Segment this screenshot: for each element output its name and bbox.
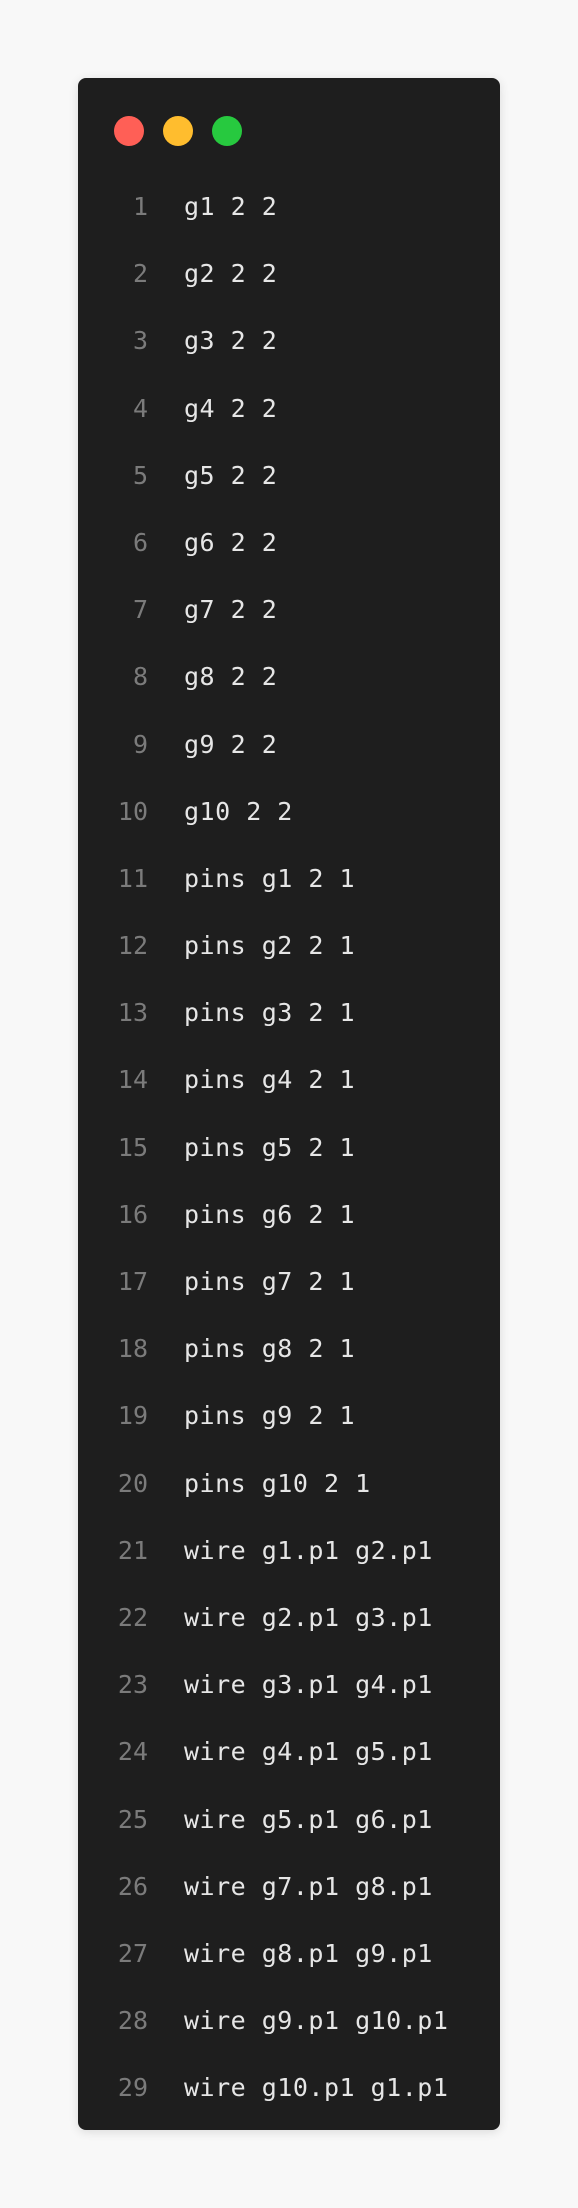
code-line: 22 wire g2.p1 g3.p1	[78, 1584, 500, 1651]
code-line: 6 g6 2 2	[78, 509, 500, 576]
line-text: pins g10 2 1	[184, 1468, 371, 1498]
line-text: g4 2 2	[184, 393, 278, 423]
line-number: 2	[132, 259, 148, 289]
line-number: 20	[117, 1468, 148, 1498]
line-text: wire g10.p1 g1.p1	[184, 2073, 449, 2103]
code-line: 14 pins g4 2 1	[78, 1046, 500, 1113]
line-number: 1	[132, 192, 148, 221]
line-number: 12	[117, 931, 148, 961]
line-number: 10	[117, 796, 148, 826]
code-line: 18 pins g8 2 1	[78, 1315, 500, 1382]
code-line: 7 g7 2 2	[78, 576, 500, 643]
line-number: 5	[132, 460, 148, 490]
line-text: pins g7 2 1	[184, 1267, 356, 1296]
code-line: 5 g5 2 2	[78, 442, 500, 509]
line-text: wire g2.p1 g3.p1	[184, 1602, 433, 1632]
line-text: g7 2 2	[184, 595, 278, 625]
minimize-dot-icon[interactable]	[163, 116, 193, 146]
line-number: 6	[132, 527, 148, 557]
code-line: 11 pins g1 2 1	[78, 845, 500, 912]
line-number: 25	[117, 1804, 148, 1834]
code-line: 20 pins g10 2 1	[78, 1450, 500, 1517]
line-text: pins g1 2 1	[184, 863, 356, 893]
code-line: 25 wire g5.p1 g6.p1	[78, 1786, 500, 1853]
line-text: pins g4 2 1	[184, 1065, 356, 1095]
line-number: 3	[132, 326, 148, 356]
line-text: wire g3.p1 g4.p1	[184, 1670, 433, 1700]
line-number: 7	[132, 595, 148, 625]
line-number: 9	[132, 729, 148, 759]
code-line: 23 wire g3.p1 g4.p1	[78, 1651, 500, 1718]
line-text: pins g6 2 1	[184, 1199, 356, 1229]
code-line: 12 pins g2 2 1	[78, 912, 500, 979]
line-text: g3 2 2	[184, 326, 278, 356]
line-number: 14	[117, 1065, 148, 1095]
line-number: 13	[117, 998, 148, 1028]
line-text: wire g9.p1 g10.p1	[184, 2006, 449, 2036]
line-text: pins g8 2 1	[184, 1334, 356, 1364]
line-text: wire g7.p1 g8.p1	[184, 1871, 433, 1901]
code-line: 26 wire g7.p1 g8.p1	[78, 1853, 500, 1920]
line-number: 23	[117, 1670, 148, 1700]
code-line: 15 pins g5 2 1	[78, 1114, 500, 1181]
code-line: 28 wire g9.p1 g10.p1	[78, 1987, 500, 2054]
code-window: 1 g1 2 2 2 g2 2 2 3 g3 2 2 4 g4 2 2 5 g5 2 2 6 g6 2…	[78, 78, 500, 2130]
line-text: wire g1.p1 g2.p1	[184, 1535, 433, 1565]
line-text: wire g4.p1 g5.p1	[184, 1737, 433, 1767]
line-text: wire g8.p1 g9.p1	[184, 1938, 433, 1968]
line-number: 26	[117, 1871, 148, 1901]
line-number: 19	[117, 1401, 148, 1431]
line-number: 27	[117, 1938, 148, 1968]
code-line: 16 pins g6 2 1	[78, 1181, 500, 1248]
line-text: g5 2 2	[184, 460, 278, 490]
close-dot-icon[interactable]	[114, 116, 144, 146]
line-text: g9 2 2	[184, 729, 278, 759]
line-text: g6 2 2	[184, 527, 278, 557]
line-text: g2 2 2	[184, 259, 278, 289]
line-number: 16	[117, 1199, 148, 1229]
line-number: 24	[117, 1737, 148, 1767]
code-line: 8 g8 2 2	[78, 643, 500, 710]
line-number: 17	[117, 1267, 148, 1296]
line-number: 4	[132, 393, 148, 423]
code-block: 1 g1 2 2 2 g2 2 2 3 g3 2 2 4 g4 2 2 5 g5 2 2 6 g6 2…	[78, 173, 500, 2121]
line-text: wire g5.p1 g6.p1	[184, 1804, 433, 1834]
code-line: 19 pins g9 2 1	[78, 1382, 500, 1449]
line-number: 15	[117, 1132, 148, 1162]
code-line: 4 g4 2 2	[78, 375, 500, 442]
code-line: 17 pins g7 2 1	[78, 1248, 500, 1315]
code-line: 1 g1 2 2	[78, 173, 500, 240]
line-text: pins g9 2 1	[184, 1401, 356, 1431]
code-line: 29 wire g10.p1 g1.p1	[78, 2054, 500, 2121]
line-text: pins g3 2 1	[184, 998, 356, 1028]
line-number: 11	[117, 863, 148, 893]
line-number: 21	[117, 1535, 148, 1565]
maximize-dot-icon[interactable]	[212, 116, 242, 146]
line-text: pins g2 2 1	[184, 931, 356, 961]
line-number: 28	[117, 2006, 148, 2036]
line-text: g8 2 2	[184, 662, 278, 692]
code-line: 27 wire g8.p1 g9.p1	[78, 1920, 500, 1987]
line-number: 8	[132, 662, 148, 692]
line-text: pins g5 2 1	[184, 1132, 356, 1162]
code-line: 21 wire g1.p1 g2.p1	[78, 1517, 500, 1584]
code-line: 2 g2 2 2	[78, 240, 500, 307]
code-line: 9 g9 2 2	[78, 711, 500, 778]
code-line: 10 g10 2 2	[78, 778, 500, 845]
line-number: 22	[117, 1602, 148, 1632]
code-line: 3 g3 2 2	[78, 307, 500, 374]
line-number: 18	[117, 1334, 148, 1364]
code-line: 24 wire g4.p1 g5.p1	[78, 1718, 500, 1785]
line-text: g1 2 2	[184, 192, 278, 221]
line-text: g10 2 2	[184, 796, 293, 826]
code-line: 13 pins g3 2 1	[78, 979, 500, 1046]
line-number: 29	[117, 2073, 148, 2103]
